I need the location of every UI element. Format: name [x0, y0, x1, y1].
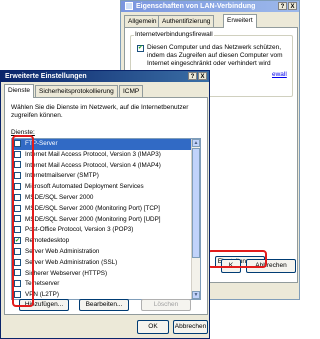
- service-label: Remotedesktop: [25, 237, 70, 245]
- service-label: Telnetserver: [25, 280, 60, 288]
- service-checkbox[interactable]: [14, 226, 21, 234]
- network-icon: [125, 2, 133, 11]
- advanced-settings-title: Erweiterte Einstellungen: [5, 73, 87, 80]
- firewall-checkbox-label: Diesen Computer und das Netzwerk schütze…: [147, 44, 283, 67]
- tab-authentifizierung[interactable]: Authentifizierung: [158, 15, 215, 27]
- service-label: Server Web Administration (SSL): [25, 258, 118, 266]
- tab-icmp[interactable]: ICMP: [119, 85, 144, 97]
- dialog-close-button[interactable]: X: [198, 72, 207, 80]
- ok-button[interactable]: OK: [137, 320, 169, 334]
- service-row[interactable]: Server Web Administration: [12, 247, 200, 258]
- service-checkbox[interactable]: [14, 280, 21, 288]
- back-ok-button[interactable]: K: [221, 259, 241, 273]
- scroll-up-icon[interactable]: ▲: [192, 139, 200, 147]
- service-checkbox[interactable]: [14, 215, 21, 223]
- tab-allgemein[interactable]: Allgemein: [124, 15, 161, 27]
- firewall-group-label: Internetverbindungsfirewall: [134, 31, 214, 38]
- delete-service-button[interactable]: Löschen: [141, 299, 191, 311]
- service-label: Sicherer Webserver (HTTPS): [25, 269, 108, 277]
- scroll-thumb[interactable]: [192, 148, 200, 258]
- service-row[interactable]: Internet Mail Access Protocol, Version 3…: [12, 150, 200, 161]
- service-label: Internet Mail Access Protocol, Version 4…: [25, 161, 161, 169]
- service-checkbox[interactable]: [14, 183, 21, 191]
- service-checkbox[interactable]: [14, 236, 21, 247]
- tab-erweitert[interactable]: Erweitert: [223, 14, 257, 28]
- service-label: Post-Office Protocol, Version 3 (POP3): [25, 226, 134, 234]
- firewall-info-link[interactable]: ewall: [272, 71, 287, 78]
- service-row[interactable]: Remotedesktop: [12, 236, 200, 247]
- service-checkbox[interactable]: [14, 247, 21, 255]
- service-checkbox[interactable]: [14, 258, 21, 266]
- help-button[interactable]: ?: [278, 2, 287, 10]
- tab-sicherheitsprotokollierung[interactable]: Sicherheitsprotokollierung: [35, 85, 118, 97]
- service-label: Microsoft Automated Deployment Services: [25, 183, 144, 191]
- scroll-down-icon[interactable]: ▼: [192, 291, 200, 299]
- service-row[interactable]: Server Web Administration (SSL): [12, 258, 200, 269]
- service-checkbox[interactable]: [14, 161, 21, 169]
- dialog-help-button[interactable]: ?: [188, 72, 197, 80]
- service-label: MSDE/SQL Server 2000 (Monitoring Port) […: [25, 204, 160, 212]
- edit-service-button[interactable]: Bearbeiten...: [79, 299, 129, 311]
- firewall-checkbox[interactable]: [137, 44, 144, 52]
- service-checkbox[interactable]: [14, 172, 21, 180]
- service-checkbox[interactable]: [14, 290, 21, 298]
- service-label: MSDE/SQL Server 2000 (Monitoring Port) […: [25, 215, 161, 223]
- service-checkbox[interactable]: [14, 269, 21, 277]
- service-label: Internet Mail Access Protocol, Version 3…: [25, 150, 161, 158]
- advanced-settings-dialog: Erweiterte Einstellungen ? X Dienste Sic…: [0, 70, 210, 339]
- service-row[interactable]: MSDE/SQL Server 2000 (Monitoring Port) […: [12, 215, 200, 226]
- services-scrollbar[interactable]: ▲ ▼: [191, 139, 200, 299]
- service-label: Internetmailserver (SMTP): [25, 172, 99, 180]
- service-row[interactable]: Internetmailserver (SMTP): [12, 171, 200, 182]
- service-row[interactable]: Post-Office Protocol, Version 3 (POP3): [12, 225, 200, 236]
- firewall-checkbox-row[interactable]: Diesen Computer und das Netzwerk schütze…: [137, 44, 292, 68]
- lan-properties-title: Eigenschaften von LAN-Verbindung: [136, 3, 256, 10]
- service-row[interactable]: MSDE/SQL Server 2000: [12, 193, 200, 204]
- service-label: FTP-Server: [25, 140, 58, 147]
- service-row[interactable]: Microsoft Automated Deployment Services: [12, 182, 200, 193]
- service-label: MSDE/SQL Server 2000: [25, 193, 94, 201]
- add-service-button[interactable]: Hinzufügen...: [19, 299, 69, 311]
- service-row[interactable]: Sicherer Webserver (HTTPS): [12, 269, 200, 280]
- service-checkbox[interactable]: [14, 204, 21, 212]
- service-checkbox[interactable]: [14, 150, 21, 158]
- back-cancel-button[interactable]: Abbrechen: [246, 259, 296, 273]
- close-button[interactable]: X: [288, 2, 297, 10]
- service-row[interactable]: Internet Mail Access Protocol, Version 4…: [12, 161, 200, 172]
- service-label: Server Web Administration: [25, 247, 100, 255]
- tab-dienste[interactable]: Dienste: [4, 84, 35, 98]
- service-checkbox[interactable]: [14, 193, 21, 201]
- dienste-panel: Wählen Sie die Dienste im Netzwerk, auf …: [4, 97, 208, 315]
- service-checkbox[interactable]: [14, 139, 21, 147]
- advanced-settings-titlebar[interactable]: Erweiterte Einstellungen ? X: [1, 71, 209, 82]
- service-row[interactable]: FTP-Server: [12, 139, 200, 150]
- services-list[interactable]: FTP-Server Internet Mail Access Protocol,…: [11, 138, 201, 300]
- service-row[interactable]: MSDE/SQL Server 2000 (Monitoring Port) […: [12, 204, 200, 215]
- lan-properties-titlebar[interactable]: Eigenschaften von LAN-Verbindung ? X: [121, 1, 299, 12]
- cancel-button[interactable]: Abbrechen: [173, 320, 208, 334]
- service-label: VPN (L2TP): [25, 291, 59, 299]
- services-description: Wählen Sie die Dienste im Netzwerk, auf …: [11, 104, 189, 119]
- service-row[interactable]: Telnetserver: [12, 279, 200, 290]
- services-list-label: Dienste:: [11, 129, 35, 136]
